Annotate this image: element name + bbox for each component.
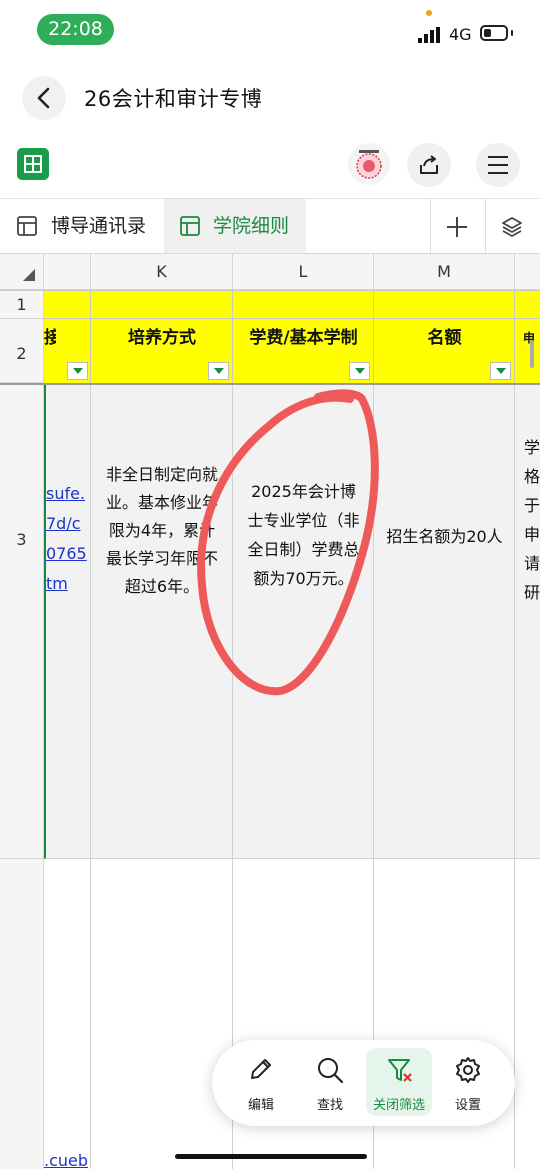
close-filter-button[interactable]: 关闭筛选 [366,1048,432,1116]
cell-m3[interactable]: 招生名额为20人 [374,385,515,859]
share-icon [420,155,438,174]
back-button[interactable] [22,76,66,120]
privacy-indicator-dot [426,10,432,16]
edit-button[interactable]: 编辑 [228,1048,294,1116]
link-line[interactable]: 0765 [46,539,91,569]
link-line[interactable]: .cueb [44,1146,88,1176]
chevron-left-icon [37,87,50,109]
header-label: 培养方式 [128,328,196,348]
link-line[interactable]: 7d/c [46,509,91,539]
cell-char: 研 [524,583,540,602]
search-icon [318,1058,344,1084]
table-grid-icon [24,155,42,173]
cell-text: 招生名额为20人 [386,527,503,546]
hamburger-menu-icon [488,156,508,174]
cell-char: 申 [524,525,540,544]
sheet-icon [17,216,37,236]
divider [430,199,431,253]
header-cell-m[interactable]: 名额 [374,290,515,383]
column-header-l[interactable]: L [233,254,374,290]
cell-partial[interactable]: 学 格 于 申 请 研 [515,385,540,859]
find-button[interactable]: 查找 [297,1048,363,1116]
collaborator-avatar-icon [356,150,382,179]
plus-icon [447,217,467,237]
annotation-circle [197,389,379,696]
battery-tip [511,30,513,36]
cell-k4[interactable] [91,859,233,1169]
header-cell-partial[interactable]: 申 [515,290,540,383]
link-cell[interactable]: sufe. 7d/c 0765 tm [44,385,91,859]
sheet-tab-bar: 博导通讯录 学院细则 [0,198,540,254]
tab-college-rules[interactable]: 学院细则 [164,199,306,253]
add-sheet-button[interactable] [436,206,478,248]
header-label: 接 [44,328,56,348]
row-header-2[interactable]: 2 [0,319,44,383]
tab-bodao-directory[interactable]: 博导通讯录 [0,199,164,253]
spreadsheet-app-icon [17,148,49,180]
cell-char: 请 [524,554,540,573]
cell-char: 于 [524,496,540,515]
gear-icon [456,1057,480,1083]
filter-dropdown-icon[interactable] [208,362,229,380]
filter-dropdown-icon[interactable] [67,362,88,380]
cell-char: 格 [524,467,540,486]
filter-dropdown-icon[interactable] [349,362,370,380]
column-header-m[interactable]: M [374,254,515,290]
close-filter-label: 关闭筛选 [372,1098,425,1113]
column-header-k[interactable]: K [91,254,233,290]
network-type: 4G [449,25,472,44]
header-cell-partial[interactable]: 接 [44,290,91,383]
column-header-partial[interactable] [44,254,91,290]
divider [485,199,486,253]
corner-triangle-icon [23,269,35,281]
header-label: 学费/基本学制 [249,328,358,348]
pencil-icon [251,1059,271,1079]
header-cell-l[interactable]: 学费/基本学制 [233,290,374,383]
link-text-block[interactable]: sufe. 7d/c 0765 tm [46,479,91,599]
divider [0,290,540,291]
divider [44,318,540,319]
link-cell[interactable]: .cueb [44,859,91,1170]
header-label: 名额 [427,328,462,348]
edit-label: 编辑 [247,1098,274,1113]
filter-off-icon [388,1059,412,1082]
scrollbar[interactable] [530,340,534,368]
battery-icon [480,25,508,41]
menu-button[interactable] [476,143,520,187]
avatar[interactable] [348,143,390,185]
column-header-partial[interactable] [515,254,540,290]
signal-icon [418,27,440,43]
sheet-list-button[interactable] [492,206,534,248]
row-header-1[interactable]: 1 [0,290,44,319]
tab-label: 博导通讯录 [51,215,147,237]
sheet-icon [180,216,200,236]
settings-label: 设置 [454,1098,481,1113]
link-line[interactable]: tm [46,569,91,599]
share-button[interactable] [407,143,451,187]
link-line[interactable]: sufe. [46,479,91,509]
status-time: 22:08 [37,14,114,45]
select-all-corner[interactable] [0,254,44,290]
tab-label: 学院细则 [213,215,290,237]
row-header-4[interactable] [0,859,44,1169]
cell-text: 学 格 于 申 请 研 [524,433,540,607]
row-header-3[interactable]: 3 [0,385,44,859]
find-label: 查找 [316,1098,343,1113]
cell-char: 学 [524,438,540,457]
filter-dropdown-icon[interactable] [490,362,511,380]
layers-icon [502,217,522,237]
settings-button[interactable]: 设置 [435,1048,501,1116]
header-cell-k[interactable]: 培养方式 [91,290,233,383]
home-indicator[interactable] [175,1154,367,1159]
document-title: 26会计和审计专博 [84,87,263,111]
